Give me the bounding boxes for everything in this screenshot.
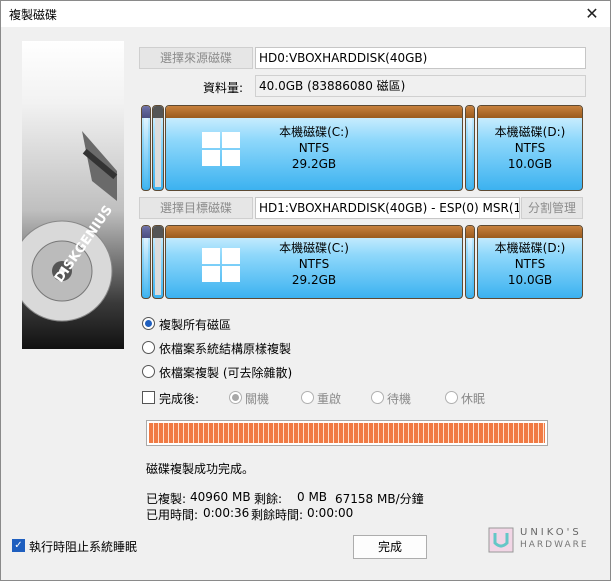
prevent-sleep-label[interactable]: 執行時阻止系統睡眠 xyxy=(29,538,137,555)
partition-c-fs: NTFS xyxy=(298,141,330,155)
time-left-label: 剩餘時間: xyxy=(251,508,304,522)
restart-radio[interactable] xyxy=(301,391,314,404)
hibernate-radio[interactable] xyxy=(445,391,458,404)
remaining-value: 0 MB xyxy=(297,490,328,504)
prevent-sleep-checkbox[interactable]: ✓ xyxy=(12,539,25,552)
close-icon[interactable]: ✕ xyxy=(582,4,602,24)
target-disk-field: HD1:VBOXHARDDISK(40GB) - ESP(0) MSR(1) xyxy=(255,197,520,219)
elapsed-value: 0:00:36 xyxy=(203,506,250,520)
copy-all-sectors-radio[interactable] xyxy=(142,317,155,330)
copy-by-file-label[interactable]: 依檔案複製 (可去除雜散) xyxy=(159,364,292,381)
copy-disk-dialog: 複製磁碟 ✕ DISKGENIUS 選擇來源磁碟 HD0:VBOXHARDDIS… xyxy=(0,0,611,581)
copy-all-sectors-label[interactable]: 複製所有磁區 xyxy=(159,316,231,333)
target-partition-msr[interactable] xyxy=(152,225,164,299)
target-partition-c-name: 本機磁碟(C:) xyxy=(279,241,349,255)
partition-d-fs: NTFS xyxy=(514,141,546,155)
capacity-field: 40.0GB (83886080 磁區) xyxy=(255,75,586,97)
target-disk-map: 本機磁碟(C:) NTFS 29.2GB 本機磁碟(D:) NTFS 10.0G… xyxy=(141,225,583,299)
hibernate-label[interactable]: 休眠 xyxy=(461,390,485,407)
partition-c[interactable]: 本機磁碟(C:) NTFS 29.2GB xyxy=(165,105,463,191)
shutdown-radio[interactable] xyxy=(229,391,242,404)
select-source-disk-button[interactable]: 選擇來源磁碟 xyxy=(139,47,253,69)
target-partition-recovery[interactable] xyxy=(465,225,475,299)
target-partition-c-fs: NTFS xyxy=(298,257,330,271)
target-partition-esp[interactable] xyxy=(141,225,151,299)
title-bar: 複製磁碟 ✕ xyxy=(1,1,610,27)
diskgenius-hdd-illustration: DISKGENIUS xyxy=(22,41,124,349)
capacity-label: 資料量: xyxy=(203,81,244,95)
select-target-disk-button[interactable]: 選擇目標磁碟 xyxy=(139,197,253,219)
restart-label[interactable]: 重啟 xyxy=(317,390,341,407)
progress-fill xyxy=(149,423,545,443)
remaining-label: 剩餘: xyxy=(254,492,283,506)
copy-progress-bar xyxy=(146,420,548,446)
uniko-logo-icon xyxy=(488,527,514,553)
watermark-line2: HARDWARE xyxy=(520,540,589,550)
watermark-line1: UNIKO'S xyxy=(520,527,582,538)
partition-msr[interactable] xyxy=(152,105,164,191)
unikos-hardware-watermark: UNIKO'S HARDWARE xyxy=(486,525,596,555)
target-partition-c-size: 29.2GB xyxy=(291,273,337,287)
copied-label: 已複製: xyxy=(146,492,187,506)
copy-fs-structure-label[interactable]: 依檔案系統結構原樣複製 xyxy=(159,340,291,357)
partition-d-name: 本機磁碟(D:) xyxy=(494,125,566,139)
target-partition-d[interactable]: 本機磁碟(D:) NTFS 10.0GB xyxy=(477,225,583,299)
copied-value: 40960 MB xyxy=(190,490,251,504)
standby-radio[interactable] xyxy=(371,391,384,404)
standby-label[interactable]: 待機 xyxy=(387,390,411,407)
after-complete-label[interactable]: 完成後: xyxy=(159,390,199,407)
status-message: 磁碟複製成功完成。 xyxy=(146,462,255,476)
copy-fs-structure-radio[interactable] xyxy=(142,341,155,354)
finish-button[interactable]: 完成 xyxy=(353,535,427,559)
window-title: 複製磁碟 xyxy=(9,8,58,22)
target-partition-c[interactable]: 本機磁碟(C:) NTFS 29.2GB xyxy=(165,225,463,299)
target-partition-d-name: 本機磁碟(D:) xyxy=(494,241,566,255)
partition-c-size: 29.2GB xyxy=(291,157,337,171)
target-partition-d-fs: NTFS xyxy=(514,257,546,271)
speed-value: 67158 MB/分鐘 xyxy=(335,492,424,506)
partition-recovery[interactable] xyxy=(465,105,475,191)
copy-by-file-radio[interactable] xyxy=(142,365,155,378)
source-disk-map: 本機磁碟(C:) NTFS 29.2GB 本機磁碟(D:) NTFS 10.0G… xyxy=(141,105,583,191)
after-complete-checkbox[interactable] xyxy=(142,391,155,404)
partition-manage-button[interactable]: 分割管理 xyxy=(521,197,583,219)
partition-d-size: 10.0GB xyxy=(507,157,553,171)
target-partition-d-size: 10.0GB xyxy=(507,273,553,287)
time-left-value: 0:00:00 xyxy=(307,506,354,520)
source-disk-field: HD0:VBOXHARDDISK(40GB) xyxy=(255,47,586,69)
partition-c-name: 本機磁碟(C:) xyxy=(279,125,349,139)
elapsed-label: 已用時間: xyxy=(146,508,199,522)
shutdown-label[interactable]: 關機 xyxy=(245,390,269,407)
partition-esp[interactable] xyxy=(141,105,151,191)
partition-d[interactable]: 本機磁碟(D:) NTFS 10.0GB xyxy=(477,105,583,191)
